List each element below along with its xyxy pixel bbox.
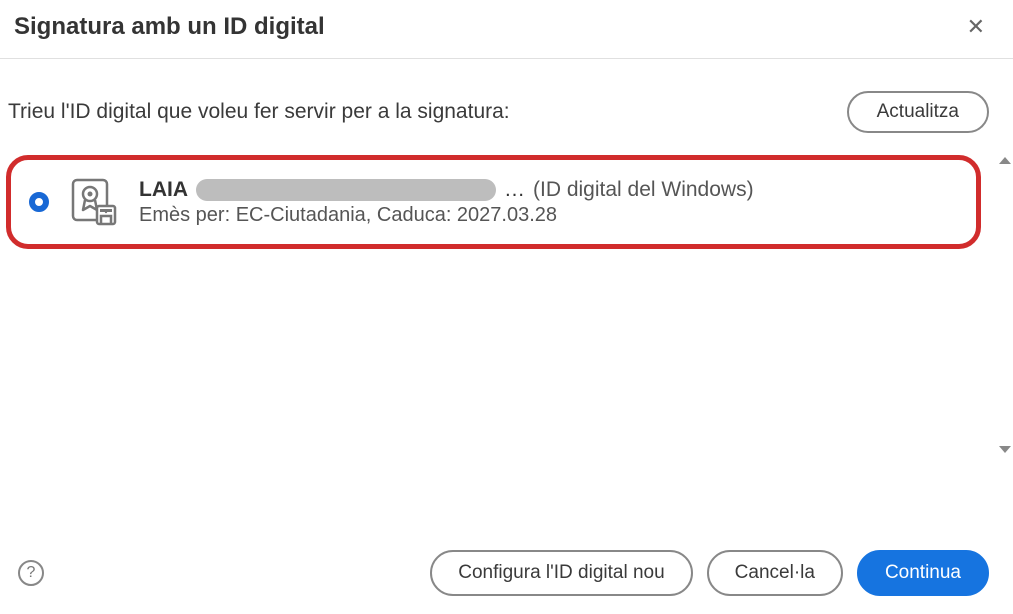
refresh-button[interactable]: Actualitza — [847, 91, 989, 133]
help-icon[interactable]: ? — [18, 560, 44, 586]
subheader: Trieu l'ID digital que voleu fer servir … — [0, 59, 1013, 155]
ellipsis: … — [504, 178, 525, 202]
radio-selected-icon[interactable] — [29, 192, 49, 212]
dialog-title: Signatura amb un ID digital — [14, 13, 325, 41]
certificate-icon — [67, 176, 119, 228]
id-type-suffix: (ID digital del Windows) — [533, 178, 754, 202]
close-icon[interactable]: ✕ — [959, 10, 993, 44]
prompt-text: Trieu l'ID digital que voleu fer servir … — [8, 100, 510, 124]
scroll-down-icon[interactable] — [999, 446, 1011, 453]
dialog-footer: ? Configura l'ID digital nou Cancel·la C… — [0, 550, 1013, 596]
id-issuer-line: Emès per: EC-Ciutadania, Caduca: 2027.03… — [139, 204, 754, 227]
configure-new-id-button[interactable]: Configura l'ID digital nou — [430, 550, 692, 596]
digital-id-item[interactable]: LAIA … (ID digital del Windows) Emès per… — [6, 155, 981, 249]
id-list: LAIA … (ID digital del Windows) Emès per… — [0, 155, 1013, 249]
redacted-segment — [196, 179, 496, 201]
cancel-button[interactable]: Cancel·la — [707, 550, 843, 596]
scrollbar[interactable] — [996, 155, 1013, 455]
scroll-up-icon[interactable] — [999, 157, 1011, 164]
dialog-header: Signatura amb un ID digital ✕ — [0, 0, 1013, 59]
id-text-block: LAIA … (ID digital del Windows) Emès per… — [139, 178, 754, 227]
id-primary-line: LAIA … (ID digital del Windows) — [139, 178, 754, 202]
continue-button[interactable]: Continua — [857, 550, 989, 596]
id-name: LAIA — [139, 178, 188, 202]
